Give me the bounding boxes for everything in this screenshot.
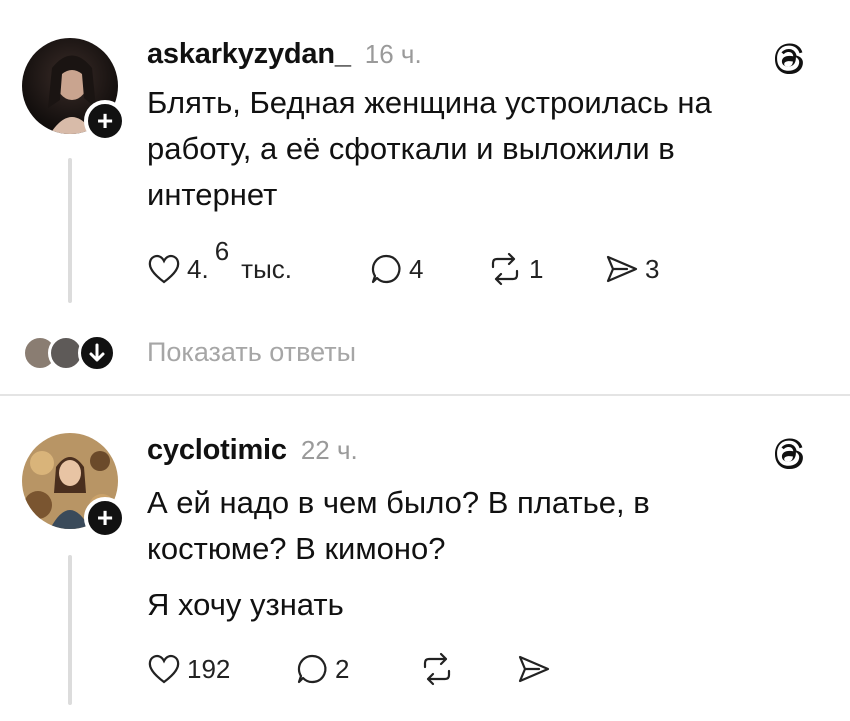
post-text-line: интернет xyxy=(147,177,278,212)
post-body: Блять, Бедная женщина устроилась на рабо… xyxy=(147,80,807,218)
threads-logo-icon[interactable] xyxy=(768,431,810,473)
timestamp: 16 ч. xyxy=(364,39,422,69)
thread-line xyxy=(68,555,72,705)
repost-count: 1 xyxy=(529,253,544,284)
threads-logo-icon[interactable] xyxy=(768,36,810,78)
reply-button[interactable]: 2 xyxy=(295,649,349,689)
post-text-line: Блять, Бедная женщина устроилась на xyxy=(147,85,712,120)
share-button[interactable] xyxy=(517,649,551,689)
heart-icon xyxy=(148,654,180,684)
post-header: cyclotimic 22 ч. xyxy=(147,434,358,467)
repost-button[interactable]: 1 xyxy=(487,249,543,289)
speech-bubble-icon xyxy=(297,654,327,684)
send-icon xyxy=(518,655,550,683)
repost-button[interactable] xyxy=(419,649,455,689)
thread-line xyxy=(68,158,72,303)
comment-post: + cyclotimic 22 ч. А ей надо в чем было?… xyxy=(0,397,850,721)
like-count-unit: тыс. xyxy=(241,253,292,284)
post-text-line: работу, а её сфоткали и выложили в xyxy=(147,131,675,166)
like-button[interactable]: 192 xyxy=(147,649,230,689)
post-body: А ей надо в чем было? В платье, в костюм… xyxy=(147,480,807,628)
repost-icon xyxy=(491,252,519,286)
follow-plus-icon[interactable]: + xyxy=(84,100,126,142)
like-count-superscript: 6 xyxy=(214,235,230,266)
username[interactable]: askarkyzydan_ xyxy=(147,38,351,71)
post-text-line: А ей надо в чем было? В платье, в xyxy=(147,485,650,520)
post-text-line: Я хочу узнать xyxy=(147,587,344,622)
username[interactable]: cyclotimic xyxy=(147,434,287,467)
speech-bubble-icon xyxy=(371,254,401,284)
action-bar: 4. 6 тыс. 4 1 3 xyxy=(147,236,747,289)
share-button[interactable]: 3 xyxy=(605,249,659,289)
comment-post: + askarkyzydan_ 16 ч. Блять, Бедная женщ… xyxy=(0,0,850,395)
post-header: askarkyzydan_ 16 ч. xyxy=(147,38,422,71)
timestamp: 22 ч. xyxy=(300,435,358,465)
divider xyxy=(0,394,850,396)
like-button[interactable]: 4. 6 тыс. xyxy=(147,236,292,289)
reply-count: 4 xyxy=(409,253,424,284)
reply-count: 2 xyxy=(335,653,350,684)
show-replies-label[interactable]: Показать ответы xyxy=(147,337,356,368)
show-replies-row[interactable]: Показать ответы xyxy=(0,325,600,375)
arrow-down-icon[interactable] xyxy=(78,334,116,372)
follow-plus-icon[interactable]: + xyxy=(84,497,126,539)
share-count: 3 xyxy=(645,253,660,284)
action-bar: 192 2 xyxy=(147,649,747,689)
post-text-line: костюме? В кимоно? xyxy=(147,531,446,566)
repost-icon xyxy=(423,652,451,686)
like-count: 192 xyxy=(187,653,231,684)
send-icon xyxy=(606,255,638,283)
heart-icon xyxy=(148,254,180,284)
reply-button[interactable]: 4 xyxy=(369,249,423,289)
like-count: 4. xyxy=(187,253,209,284)
